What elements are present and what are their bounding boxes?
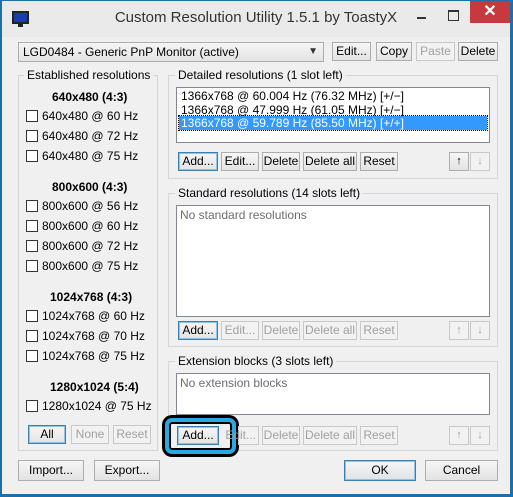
- standard-add-button[interactable]: Add...: [178, 321, 218, 340]
- extension-edit-button[interactable]: Edit...: [225, 426, 259, 445]
- standard-resolutions-label: Standard resolutions (14 slots left): [175, 186, 364, 200]
- checkbox-label: 800x600 @ 56 Hz: [42, 199, 139, 213]
- maximize-button[interactable]: [438, 5, 468, 25]
- move-up-button[interactable]: ↑: [449, 321, 469, 340]
- checkbox-box[interactable]: [26, 110, 38, 122]
- move-up-button[interactable]: ↑: [449, 152, 469, 171]
- chevron-down-icon: ▼: [308, 46, 318, 57]
- empty-list-text: No standard resolutions: [180, 208, 307, 222]
- detailed-reset-button[interactable]: Reset: [360, 152, 398, 171]
- extension-delete-all-button[interactable]: Delete all: [303, 426, 357, 445]
- checkbox-box[interactable]: [26, 400, 38, 412]
- checkbox-box[interactable]: [26, 260, 38, 272]
- group-heading: 800x600 (4:3): [52, 180, 128, 194]
- checkbox-label: 640x480 @ 75 Hz: [42, 149, 139, 163]
- checkbox-box[interactable]: [26, 130, 38, 142]
- checkbox-label: 1280x1024 @ 75 Hz: [42, 399, 152, 413]
- checkbox-box[interactable]: [26, 150, 38, 162]
- checkbox-label: 800x600 @ 60 Hz: [42, 219, 139, 233]
- checkbox-box[interactable]: [26, 200, 38, 212]
- monitor-copy-button[interactable]: Copy: [376, 42, 412, 61]
- extension-edit-label: Edit...: [225, 428, 256, 442]
- select-none-button[interactable]: None: [71, 425, 109, 444]
- list-item-selected[interactable]: 1366x768 @ 59.789 Hz (85.50 MHz) [+/+]: [178, 115, 488, 131]
- extension-reset-button[interactable]: Reset: [360, 426, 398, 445]
- move-down-button[interactable]: ↓: [470, 152, 490, 171]
- move-down-button[interactable]: ↓: [470, 321, 490, 340]
- standard-delete-button[interactable]: Delete: [262, 321, 300, 340]
- checkbox-box[interactable]: [26, 310, 38, 322]
- monitor-select-value: LGD0484 - Generic PnP Monitor (active): [23, 45, 239, 59]
- standard-resolutions-list[interactable]: No standard resolutions: [176, 205, 490, 317]
- group-heading: 1280x1024 (5:4): [50, 380, 139, 394]
- standard-reset-button[interactable]: Reset: [360, 321, 398, 340]
- checkbox-label: 800x600 @ 75 Hz: [42, 259, 139, 273]
- checkbox-box[interactable]: [26, 240, 38, 252]
- checkbox-label: 1024x768 @ 60 Hz: [42, 309, 145, 323]
- extension-delete-button[interactable]: Delete: [262, 426, 300, 445]
- select-all-button[interactable]: All: [28, 425, 66, 444]
- checkbox-label: 1024x768 @ 75 Hz: [42, 349, 145, 363]
- title-bar: Custom Resolution Utility 1.5.1 by Toast…: [2, 1, 510, 37]
- monitor-delete-button[interactable]: Delete: [458, 42, 498, 61]
- checkbox-label: 640x480 @ 72 Hz: [42, 129, 139, 143]
- export-button[interactable]: Export...: [94, 460, 160, 481]
- detailed-resolutions-list[interactable]: 1366x768 @ 60.004 Hz (76.32 MHz) [+/−] 1…: [176, 87, 490, 143]
- established-reset-button[interactable]: Reset: [113, 425, 151, 444]
- group-heading: 1024x768 (4:3): [50, 290, 133, 304]
- ok-button[interactable]: OK: [344, 460, 416, 481]
- empty-list-text: No extension blocks: [180, 376, 288, 390]
- detailed-resolutions-label: Detailed resolutions (1 slot left): [175, 68, 346, 82]
- standard-delete-all-button[interactable]: Delete all: [303, 321, 357, 340]
- checkbox-label: 1024x768 @ 70 Hz: [42, 329, 145, 343]
- monitor-paste-button[interactable]: Paste: [416, 42, 455, 61]
- move-up-button[interactable]: ↑: [449, 426, 469, 445]
- import-button[interactable]: Import...: [18, 460, 84, 481]
- list-item[interactable]: 1366x768 @ 47.999 Hz (61.05 MHz) [+/−]: [179, 103, 404, 117]
- checkbox-box[interactable]: [26, 350, 38, 362]
- minimize-button[interactable]: [407, 5, 437, 25]
- checkbox-box[interactable]: [26, 220, 38, 232]
- detailed-delete-button[interactable]: Delete: [262, 152, 300, 171]
- standard-edit-button[interactable]: Edit...: [221, 321, 259, 340]
- cancel-button[interactable]: Cancel: [425, 460, 498, 481]
- checkbox-box[interactable]: [26, 330, 38, 342]
- main-window: Custom Resolution Utility 1.5.1 by Toast…: [1, 0, 511, 495]
- monitor-edit-button[interactable]: Edit...: [332, 42, 371, 61]
- established-resolutions-label: Established resolutions: [24, 68, 154, 82]
- list-item[interactable]: 1366x768 @ 60.004 Hz (76.32 MHz) [+/−]: [179, 89, 404, 103]
- checkbox-label: 800x600 @ 72 Hz: [42, 239, 139, 253]
- detailed-delete-all-button[interactable]: Delete all: [303, 152, 357, 171]
- extension-blocks-label: Extension blocks (3 slots left): [175, 354, 337, 368]
- move-down-button[interactable]: ↓: [470, 426, 490, 445]
- checkbox-label: 640x480 @ 60 Hz: [42, 109, 139, 123]
- close-button[interactable]: ✕: [470, 1, 510, 23]
- monitor-select[interactable]: LGD0484 - Generic PnP Monitor (active) ▼: [18, 42, 324, 62]
- group-heading: 640x480 (4:3): [52, 90, 128, 104]
- detailed-add-button[interactable]: Add...: [178, 152, 218, 171]
- extension-add-button[interactable]: Add...: [177, 426, 219, 445]
- detailed-edit-button[interactable]: Edit...: [221, 152, 259, 171]
- extension-blocks-list[interactable]: No extension blocks: [176, 373, 490, 415]
